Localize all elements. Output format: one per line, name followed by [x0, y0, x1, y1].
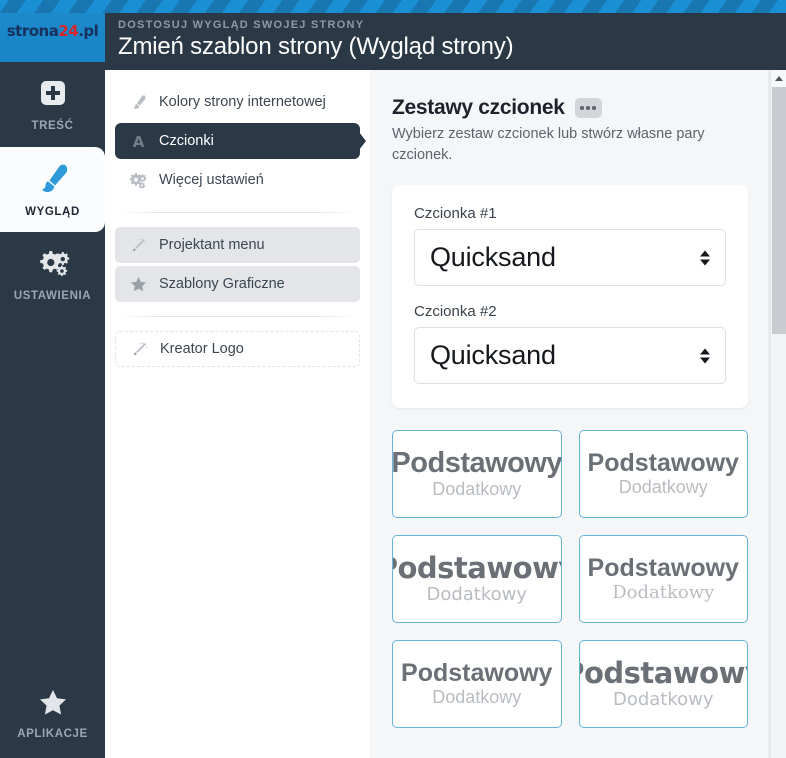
star-icon: [38, 688, 68, 721]
brand-logo-part3: .pl: [78, 22, 99, 40]
font-preview-card[interactable]: Podstawowy Dodatkowy: [392, 640, 562, 729]
font-preview-card[interactable]: Podstawowy Dodatkowy: [578, 535, 748, 624]
brand-logo-text: strona24.pl: [7, 22, 99, 40]
plus-square-icon: [38, 78, 68, 113]
dot-1: [580, 106, 584, 110]
header-kicker: DOSTOSUJ WYGLĄD SWOJEJ STRONY: [118, 19, 365, 31]
dot-3: [592, 106, 596, 110]
page-title: Zmień szablon strony (Wygląd strony): [118, 33, 514, 60]
chevron-down-icon: [700, 357, 710, 364]
primary-nav-rail: strona24.pl TREŚĆ WYGLĄD USTAWIENIA APLI…: [0, 0, 105, 758]
magic-wand-icon: [130, 341, 148, 358]
sidebar-item-kolory[interactable]: Kolory strony internetowej: [115, 84, 360, 120]
rail-item-wyglad-label: WYGLĄD: [25, 205, 80, 218]
spinner-arrows-icon[interactable]: [700, 348, 710, 364]
chevron-up-icon: [700, 250, 710, 257]
font-preview-secondary: Dodatkowy: [432, 479, 522, 500]
dot-2: [586, 106, 590, 110]
svg-text:A: A: [132, 133, 144, 150]
menu-divider-2: [119, 316, 356, 317]
font-preview-secondary: Dodatkowy: [612, 581, 715, 603]
rail-item-aplikacje[interactable]: APLIKACJE: [0, 670, 105, 758]
rail-item-tresc[interactable]: TREŚĆ: [0, 62, 105, 147]
brand-logo-part1: strona: [6, 22, 59, 40]
sidebar-item-szablony-graficzne-label: Szablony Graficzne: [159, 276, 285, 292]
gears-icon: [35, 248, 71, 283]
sidebar-item-wiecej-ustawien-label: Więcej ustawień: [159, 172, 264, 188]
scroll-thumb[interactable]: [772, 87, 786, 334]
paintbrush-icon: [129, 94, 147, 111]
rail-item-aplikacje-label: APLIKACJE: [17, 728, 88, 740]
letter-a-icon: A: [129, 133, 147, 150]
font-preview-secondary: Dodatkowy: [432, 686, 522, 707]
font-preview-primary: Podstawowy: [579, 655, 747, 690]
font2-label: Czcionka #2: [414, 303, 497, 321]
main-content-padding: Zestawy czcionek Wybierz zestaw czcionek…: [370, 70, 770, 752]
spinner-arrows-icon[interactable]: [700, 250, 710, 266]
font-preview-card[interactable]: Podstawowy Dodatkowy: [392, 535, 562, 624]
font-preview-card[interactable]: Podstawowy Dodatkowy: [392, 430, 562, 519]
paintbrush-icon: [35, 162, 71, 199]
more-options-badge[interactable]: [574, 98, 602, 118]
sidebar-item-szablony-graficzne[interactable]: Szablony Graficzne: [115, 266, 360, 302]
font1-value: Quicksand: [430, 242, 556, 273]
sidebar-item-czcionki-label: Czcionki: [159, 133, 214, 149]
gears-icon: [129, 172, 147, 188]
font-preview-secondary: Dodatkowy: [426, 584, 528, 606]
font-preview-card[interactable]: Podstawowy Dodatkowy: [578, 640, 748, 729]
decorative-stripe-band: [0, 0, 786, 13]
chevron-down-icon: [700, 259, 710, 266]
scroll-up-button[interactable]: [771, 70, 786, 87]
font1-select[interactable]: Quicksand: [414, 229, 726, 287]
menu-divider-1: [119, 212, 356, 213]
chevron-up-icon: [775, 76, 783, 81]
font-preview-secondary: Dodatkowy: [612, 689, 714, 711]
sidebar-item-kreator-logo-label: Kreator Logo: [160, 341, 244, 357]
rail-item-ustawienia-label: USTAWIENIA: [13, 289, 92, 302]
magic-wand-icon: [129, 237, 147, 254]
font-preview-primary: Podstawowy: [587, 448, 739, 477]
font-preview-secondary: Dodatkowy: [618, 476, 708, 497]
chevron-up-icon: [700, 348, 710, 355]
vertical-scrollbar[interactable]: [770, 70, 786, 758]
sidebar-item-kolory-label: Kolory strony internetowej: [159, 94, 326, 110]
font2-select[interactable]: Quicksand: [414, 327, 726, 385]
font-preview-grid: Podstawowy Dodatkowy Podstawowy Dodatkow…: [392, 430, 748, 752]
rail-item-ustawienia[interactable]: USTAWIENIA: [0, 232, 105, 317]
app-window: strona24.pl TREŚĆ WYGLĄD USTAWIENIA APLI…: [0, 0, 786, 758]
section-header: Zestawy czcionek: [392, 96, 748, 120]
section-subtitle: Wybierz zestaw czcionek lub stwórz własn…: [392, 126, 705, 163]
sidebar-item-czcionki[interactable]: A Czcionki: [115, 123, 360, 159]
rail-item-wyglad[interactable]: WYGLĄD: [0, 147, 105, 232]
star-icon: [129, 276, 147, 292]
sidebar-item-projektant-menu-label: Projektant menu: [159, 237, 265, 253]
sidebar-item-wiecej-ustawien[interactable]: Więcej ustawień: [115, 162, 360, 198]
font1-label: Czcionka #1: [414, 205, 497, 223]
sidebar-item-projektant-menu[interactable]: Projektant menu: [115, 227, 360, 263]
main-content: Zestawy czcionek Wybierz zestaw czcionek…: [370, 70, 770, 758]
font-preview-primary: Podstawowy: [392, 446, 562, 479]
font-picker-card: Czcionka #1 Quicksand Czcionka #2 Quicks…: [392, 185, 748, 409]
page-section-title: Zestawy czcionek: [392, 96, 565, 119]
font-preview-card[interactable]: Podstawowy Dodatkowy: [578, 430, 748, 519]
brand-logo-part2: 24: [58, 22, 79, 40]
page-header-inner: DOSTOSUJ WYGLĄD SWOJEJ STRONY Zmień szab…: [105, 13, 786, 70]
font-preview-primary: Podstawowy: [393, 550, 561, 585]
font2-value: Quicksand: [430, 340, 556, 371]
font-preview-primary: Podstawowy: [401, 658, 553, 687]
sidebar-item-kreator-logo[interactable]: Kreator Logo: [115, 331, 360, 367]
rail-item-tresc-label: TREŚĆ: [31, 119, 74, 132]
secondary-menu-panel: Kolory strony internetowej A Czcionki Wi…: [105, 70, 370, 758]
font-preview-primary: Podstawowy: [587, 553, 739, 582]
